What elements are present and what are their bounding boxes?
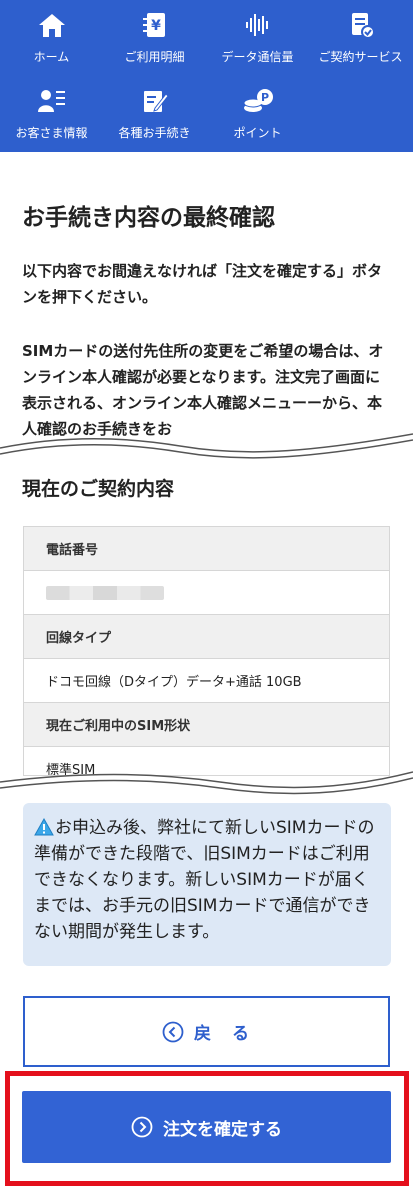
nav-item-procedures[interactable]: 各種お手続き — [103, 76, 206, 146]
svg-text:¥: ¥ — [151, 18, 161, 34]
phone-number-label: 電話番号 — [46, 543, 99, 558]
billing-statement-icon: ¥ — [142, 13, 165, 37]
page-title: お手続き内容の最終確認 — [22, 205, 275, 231]
back-button-label: 戻 る — [194, 1024, 251, 1044]
back-button[interactable]: 戻 る — [23, 996, 390, 1067]
nav-label: ホーム — [33, 50, 70, 64]
confirm-order-button[interactable]: 注文を確定する — [22, 1091, 391, 1163]
global-nav: ホーム ¥ ご利用明細 データ通信量 ご契約サービス お客さま情報 各種お手続き… — [0, 0, 413, 152]
chevron-right-circle-icon — [131, 1116, 153, 1138]
nav-label: データ通信量 — [221, 50, 294, 64]
intro-text: 以下内容でお間違えなければ「注文を確定する」ボタンを押下ください。 — [22, 262, 383, 306]
svg-text:P: P — [260, 91, 268, 104]
nav-item-points[interactable]: P ポイント — [206, 76, 309, 146]
torn-edge-divider — [0, 771, 413, 804]
line-type-label: 回線タイプ — [46, 631, 112, 646]
line-type-value: ドコモ回線（Dタイプ）データ+通話 10GB — [46, 675, 302, 690]
nav-label: ポイント — [233, 126, 282, 140]
torn-edge-divider — [0, 433, 413, 464]
masked-phone-number — [46, 585, 164, 600]
nav-item-billing[interactable]: ¥ ご利用明細 — [103, 0, 206, 70]
nav-item-home[interactable]: ホーム — [0, 0, 103, 70]
table-row-value — [24, 571, 389, 615]
nav-label: ご利用明細 — [124, 50, 185, 64]
table-row-value: ドコモ回線（Dタイプ）データ+通話 10GB — [24, 659, 389, 703]
procedures-icon — [143, 91, 169, 112]
table-row-label: 電話番号 — [24, 527, 389, 571]
nav-label: 各種お手続き — [118, 126, 191, 140]
customer-info-icon — [37, 90, 65, 112]
confirm-button-label: 注文を確定する — [163, 1119, 282, 1140]
points-icon: P — [243, 89, 273, 112]
sim-switch-notice: お申込み後、弊社にて新しいSIMカードの準備ができた段階で、旧SIMカードはご利… — [23, 803, 391, 966]
home-icon — [38, 14, 65, 37]
nav-item-contract-service[interactable]: ご契約サービス — [309, 0, 412, 70]
nav-label: ご契約サービス — [318, 50, 403, 64]
table-row-label: 現在ご利用中のSIM形状 — [24, 703, 389, 747]
nav-item-data-usage[interactable]: データ通信量 — [206, 0, 309, 70]
data-usage-icon — [245, 14, 268, 36]
warning-icon — [34, 818, 54, 836]
nav-label: お客さま情報 — [15, 126, 88, 140]
notice-text: お申込み後、弊社にて新しいSIMカードの準備ができた段階で、旧SIMカードはご利… — [34, 818, 375, 942]
contract-heading: 現在のご契約内容 — [22, 478, 175, 500]
nav-item-customer-info[interactable]: お客さま情報 — [0, 76, 103, 146]
sim-type-label: 現在ご利用中のSIM形状 — [46, 719, 191, 734]
contract-service-icon — [351, 13, 375, 38]
table-row-label: 回線タイプ — [24, 615, 389, 659]
chevron-left-circle-icon — [162, 1021, 184, 1042]
contract-table: 電話番号 回線タイプ ドコモ回線（Dタイプ）データ+通話 10GB 現在ご利用中… — [23, 526, 390, 776]
